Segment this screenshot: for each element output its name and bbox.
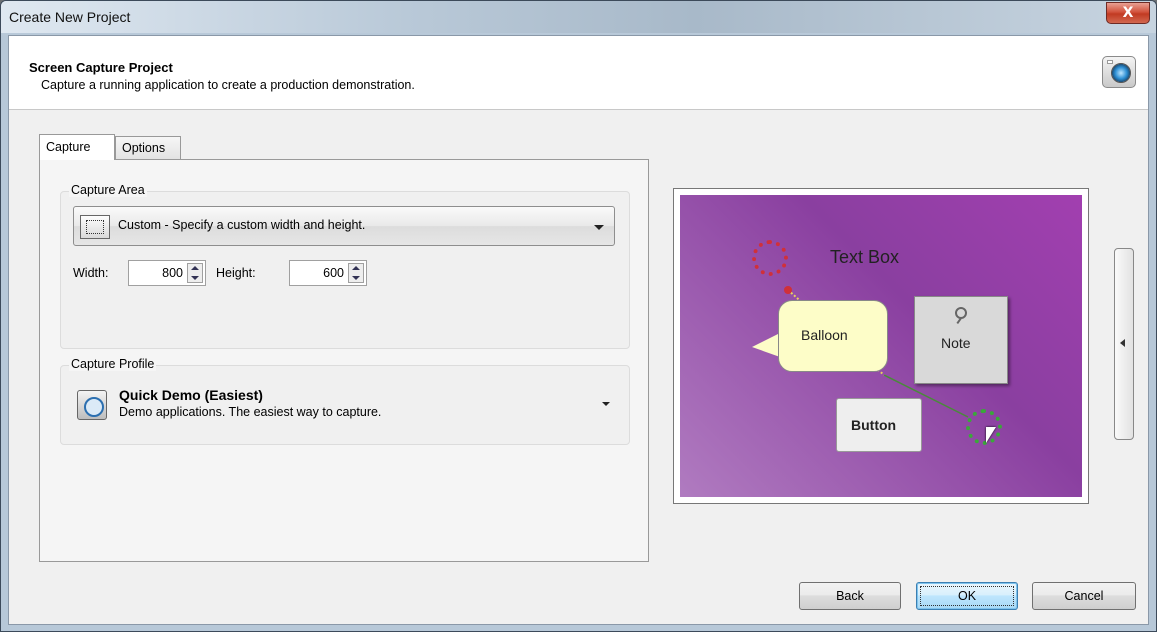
- spin-down-icon[interactable]: [191, 276, 199, 280]
- capture-profile-group[interactable]: Capture Profile Quick Demo (Easiest) Dem…: [60, 357, 630, 445]
- width-stepper[interactable]: 800: [128, 260, 206, 286]
- preview-button: Button: [836, 398, 922, 452]
- capture-area-dropdown[interactable]: Custom - Specify a custom width and heig…: [73, 206, 615, 246]
- cancel-button[interactable]: Cancel: [1032, 582, 1136, 610]
- preview-button-label: Button: [851, 417, 897, 433]
- tab-options[interactable]: Options: [115, 136, 181, 160]
- height-spin-buttons[interactable]: [348, 263, 364, 283]
- dialog-header: Screen Capture Project Capture a running…: [9, 36, 1148, 110]
- end-point-circle: [966, 409, 1002, 445]
- height-value: 600: [323, 266, 344, 280]
- focus-rectangle: [920, 586, 1014, 606]
- spin-up-icon[interactable]: [191, 266, 199, 270]
- profile-title: Quick Demo (Easiest): [119, 387, 263, 403]
- chevron-down-icon[interactable]: [602, 402, 610, 406]
- capture-area-selected: Custom - Specify a custom width and heig…: [118, 218, 366, 232]
- preview-balloon: Balloon: [778, 300, 888, 372]
- width-value: 800: [162, 266, 183, 280]
- preview-frame: Text Box Balloon Note Button: [673, 188, 1089, 504]
- spin-down-icon[interactable]: [352, 276, 360, 280]
- quick-demo-icon: [77, 390, 107, 420]
- close-button[interactable]: X: [1106, 2, 1150, 24]
- mouse-cursor-icon: [986, 427, 996, 443]
- window-title: Create New Project: [9, 9, 131, 25]
- preview-note: Note: [914, 296, 1008, 384]
- back-button[interactable]: Back: [799, 582, 901, 610]
- capture-area-label: Capture Area: [69, 183, 147, 197]
- ok-button[interactable]: OK: [916, 582, 1018, 610]
- header-subtitle: Capture a running application to create …: [41, 78, 415, 92]
- height-label: Height:: [216, 266, 256, 280]
- chevron-left-icon: [1120, 339, 1125, 347]
- chevron-down-icon: [594, 225, 604, 230]
- spin-up-icon[interactable]: [352, 266, 360, 270]
- profile-description: Demo applications. The easiest way to ca…: [119, 405, 382, 419]
- camera-flash-icon: [1107, 60, 1113, 64]
- header-title: Screen Capture Project: [29, 60, 173, 75]
- preview-collapse-button[interactable]: [1114, 248, 1134, 440]
- capture-area-group: Capture Area Custom - Specify a custom w…: [60, 183, 630, 349]
- title-bar[interactable]: Create New Project X: [1, 1, 1156, 33]
- custom-area-icon: [80, 215, 110, 239]
- capture-tab-panel: Capture Area Custom - Specify a custom w…: [39, 159, 649, 562]
- camera-lens-icon: [1111, 63, 1131, 83]
- pin-icon: [955, 307, 967, 319]
- preview-canvas: Text Box Balloon Note Button: [680, 195, 1082, 497]
- width-spin-buttons[interactable]: [187, 263, 203, 283]
- dialog-client: Screen Capture Project Capture a running…: [8, 35, 1149, 625]
- capture-profile-label: Capture Profile: [69, 357, 157, 371]
- dialog-window: Create New Project X Screen Capture Proj…: [0, 0, 1157, 632]
- height-stepper[interactable]: 600: [289, 260, 367, 286]
- tab-capture[interactable]: Capture: [39, 134, 115, 160]
- camera-icon: [1102, 56, 1136, 88]
- balloon-tail: [752, 333, 780, 357]
- width-label: Width:: [73, 266, 109, 280]
- note-label: Note: [941, 335, 971, 351]
- balloon-label: Balloon: [801, 327, 848, 343]
